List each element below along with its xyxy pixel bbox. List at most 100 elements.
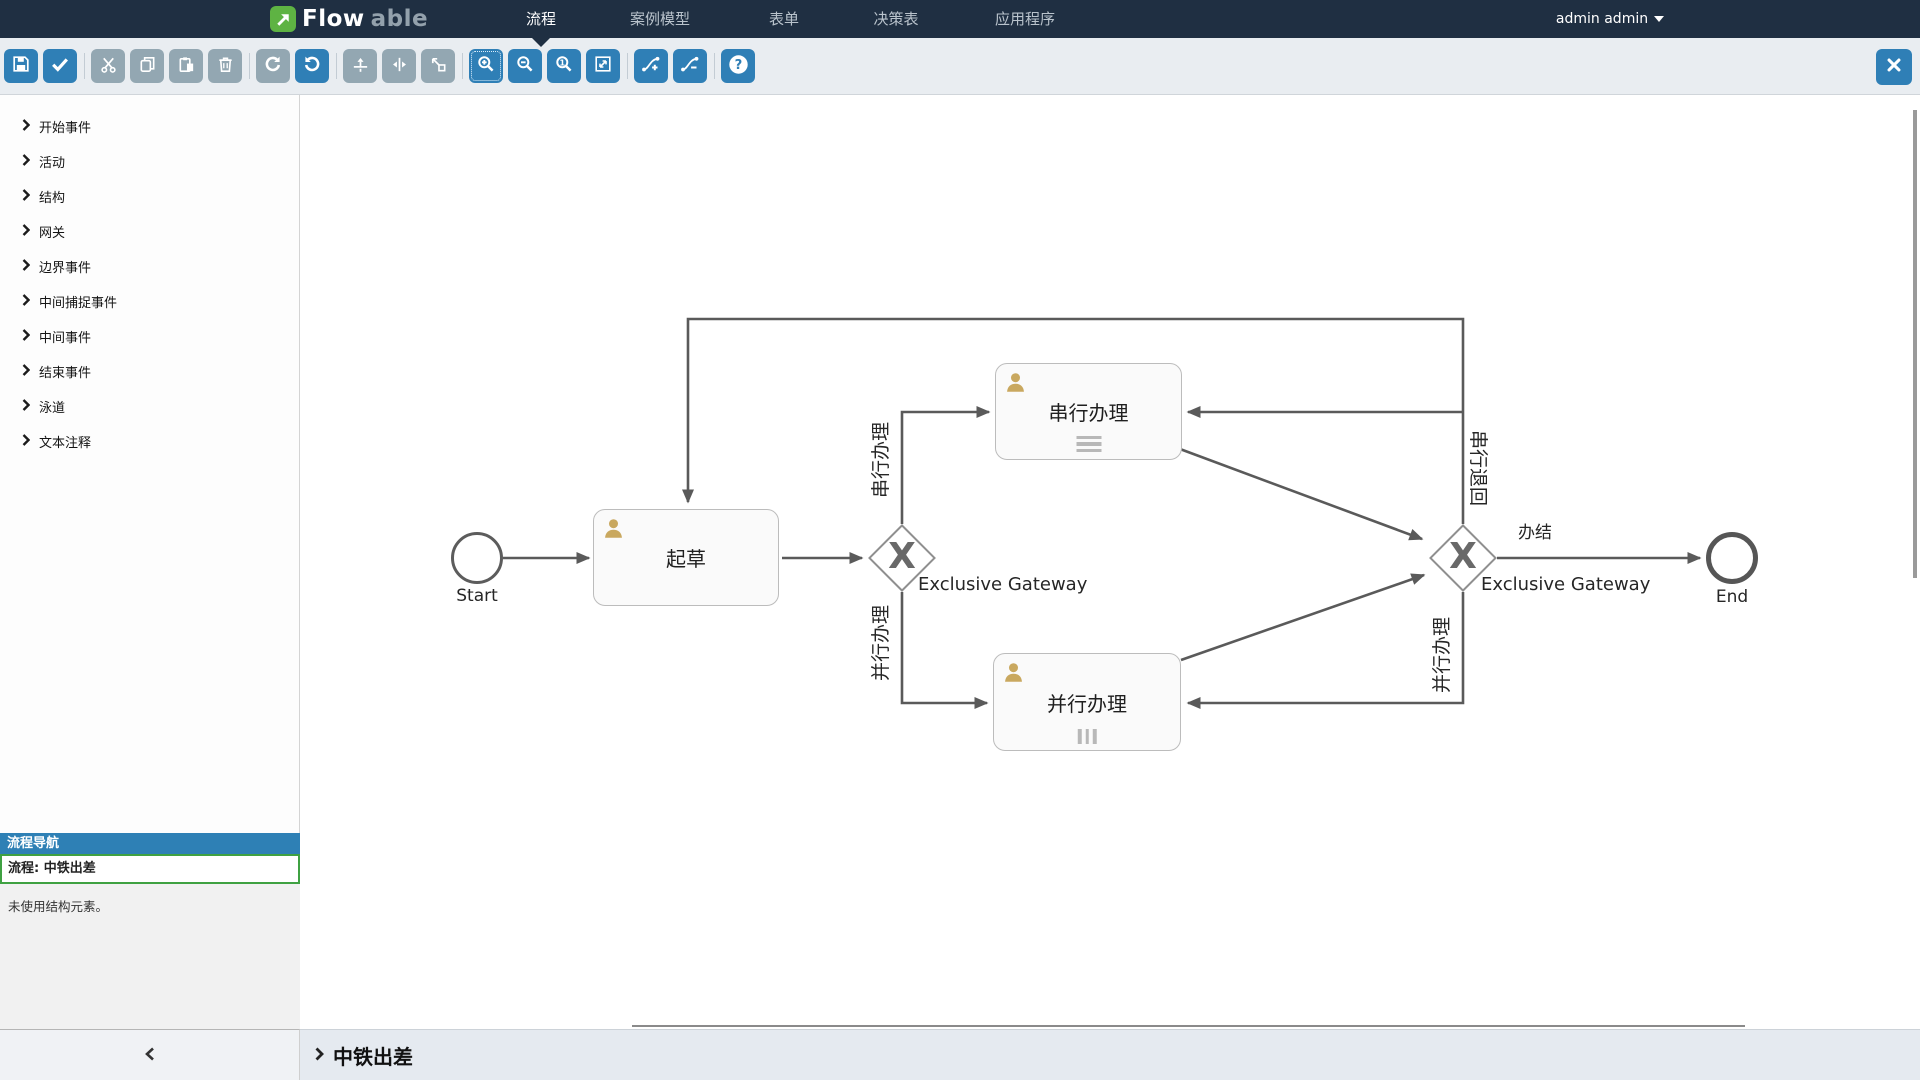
toolbar-separator bbox=[627, 53, 628, 79]
user-task-icon bbox=[1002, 661, 1025, 689]
chevron-right-icon bbox=[22, 329, 30, 345]
task-draft[interactable]: 起草 bbox=[593, 509, 779, 606]
paste-icon bbox=[177, 55, 196, 78]
zoom-actual-button[interactable]: 1 bbox=[547, 49, 581, 83]
navigator-note: 未使用结构元素。 bbox=[0, 884, 300, 927]
delete-button[interactable] bbox=[208, 49, 242, 83]
stencil-group-artifacts[interactable]: 文本注释 bbox=[0, 424, 299, 459]
stencil-group-label: 结束事件 bbox=[39, 362, 91, 381]
stencil-group-swimlanes[interactable]: 泳道 bbox=[0, 389, 299, 424]
align-vertical-icon bbox=[351, 55, 370, 78]
logo-text-primary: Flow bbox=[302, 6, 365, 32]
stencil-group-activities[interactable]: 活动 bbox=[0, 144, 299, 179]
align-horizontal-button[interactable] bbox=[382, 49, 416, 83]
toolbar-separator bbox=[462, 53, 463, 79]
zoom-actual-icon: 1 bbox=[554, 54, 574, 78]
undo-button[interactable] bbox=[295, 49, 329, 83]
gateway-1-label: Exclusive Gateway bbox=[918, 574, 1087, 595]
help-button[interactable]: ? bbox=[721, 49, 755, 83]
stencil-group-structural[interactable]: 结构 bbox=[0, 179, 299, 214]
chevron-right-icon bbox=[22, 434, 30, 450]
start-event-label: Start bbox=[437, 586, 517, 606]
zoom-in-button[interactable] bbox=[469, 49, 503, 83]
stencil-group-intermediate-catching-events[interactable]: 中间捕捉事件 bbox=[0, 284, 299, 319]
chevron-right-icon bbox=[22, 364, 30, 380]
task-parallel-handling[interactable]: 并行办理 bbox=[993, 653, 1181, 751]
stencil-group-label: 开始事件 bbox=[39, 117, 91, 136]
flow-serial-to-gateway2[interactable] bbox=[1180, 449, 1422, 539]
validate-button[interactable] bbox=[43, 49, 77, 83]
chevron-right-icon bbox=[22, 224, 30, 240]
parallel-multi-instance-icon bbox=[1078, 729, 1097, 744]
same-size-button[interactable] bbox=[421, 49, 455, 83]
remove-bendpoint-icon bbox=[680, 54, 700, 78]
task-label: 串行办理 bbox=[1049, 397, 1129, 426]
cut-icon bbox=[99, 55, 118, 78]
svg-text:1: 1 bbox=[560, 58, 566, 67]
breadcrumb-process-name[interactable]: 中铁出差 bbox=[333, 1041, 413, 1070]
end-event-node[interactable] bbox=[1706, 532, 1758, 584]
user-menu[interactable]: admin admin bbox=[1520, 0, 1700, 38]
align-horizontal-icon bbox=[390, 55, 409, 78]
diagram-canvas[interactable]: Start 起草 串行办理 并行办理 X Exclusive Gateway X… bbox=[300, 95, 1920, 1029]
breadcrumb-bar: 中铁出差 bbox=[300, 1029, 1920, 1080]
vertical-scrollbar-thumb[interactable] bbox=[1913, 110, 1917, 578]
stencil-group-boundary-events[interactable]: 边界事件 bbox=[0, 249, 299, 284]
toolbar-separator bbox=[336, 53, 337, 79]
add-bendpoint-button[interactable] bbox=[634, 49, 668, 83]
edge-label-parallel-return: 并行办理 bbox=[1427, 611, 1449, 699]
chevron-down-icon bbox=[1654, 16, 1664, 22]
zoom-fit-icon bbox=[593, 54, 613, 78]
paste-button[interactable] bbox=[169, 49, 203, 83]
user-task-icon bbox=[602, 517, 625, 545]
toolbar: 1 ? bbox=[0, 38, 1920, 95]
zoom-out-icon bbox=[515, 54, 535, 78]
process-navigator-header: 流程导航 bbox=[0, 833, 300, 854]
flow-parallel-to-gateway2[interactable] bbox=[1181, 575, 1424, 660]
flowable-logo: Flowable bbox=[270, 0, 428, 38]
stencil-group-label: 边界事件 bbox=[39, 257, 91, 276]
validate-icon bbox=[50, 54, 70, 78]
edge-label-complete: 办结 bbox=[1500, 518, 1570, 543]
tab-process[interactable]: 流程 bbox=[511, 0, 571, 38]
save-icon bbox=[11, 54, 31, 78]
remove-bendpoint-button[interactable] bbox=[673, 49, 707, 83]
flow-gateway1-to-parallel[interactable] bbox=[902, 592, 987, 703]
zoom-out-button[interactable] bbox=[508, 49, 542, 83]
collapse-sidebar-button[interactable] bbox=[145, 1046, 155, 1065]
stencil-group-intermediate-events[interactable]: 中间事件 bbox=[0, 319, 299, 354]
tab-case-models[interactable]: 案例模型 bbox=[610, 0, 710, 38]
redo-button[interactable] bbox=[256, 49, 290, 83]
close-icon bbox=[1885, 56, 1903, 78]
close-editor-button[interactable] bbox=[1876, 49, 1912, 85]
sequence-flow-layer bbox=[300, 95, 1920, 1029]
align-vertical-button[interactable] bbox=[343, 49, 377, 83]
sequential-multi-instance-icon bbox=[1076, 436, 1101, 453]
gateway-2-label: Exclusive Gateway bbox=[1481, 574, 1650, 595]
toolbar-separator bbox=[84, 53, 85, 79]
flowable-logo-icon bbox=[270, 6, 296, 32]
cut-button[interactable] bbox=[91, 49, 125, 83]
flow-gateway1-to-serial[interactable] bbox=[902, 412, 989, 524]
tab-forms[interactable]: 表单 bbox=[754, 0, 814, 38]
edge-label-serial-branch: 串行办理 bbox=[866, 416, 888, 504]
chevron-right-icon bbox=[22, 119, 30, 135]
chevron-right-icon bbox=[22, 189, 30, 205]
save-button[interactable] bbox=[4, 49, 38, 83]
add-bendpoint-icon bbox=[641, 54, 661, 78]
chevron-right-icon bbox=[22, 154, 30, 170]
tab-apps[interactable]: 应用程序 bbox=[965, 0, 1085, 38]
navbar: Flowable 流程 案例模型 表单 决策表 应用程序 admin admin bbox=[0, 0, 1920, 38]
stencil-group-start-events[interactable]: 开始事件 bbox=[0, 109, 299, 144]
stencil-group-gateways[interactable]: 网关 bbox=[0, 214, 299, 249]
copy-button[interactable] bbox=[130, 49, 164, 83]
stencil-group-end-events[interactable]: 结束事件 bbox=[0, 354, 299, 389]
redo-icon bbox=[263, 54, 283, 78]
navigator-current-process[interactable]: 流程: 中铁出差 bbox=[0, 854, 300, 884]
task-serial-handling[interactable]: 串行办理 bbox=[995, 363, 1182, 460]
toolbar-separator bbox=[714, 53, 715, 79]
task-label: 起草 bbox=[666, 543, 706, 572]
start-event-node[interactable] bbox=[451, 532, 503, 584]
zoom-fit-button[interactable] bbox=[586, 49, 620, 83]
tab-decision-tables[interactable]: 决策表 bbox=[851, 0, 941, 38]
